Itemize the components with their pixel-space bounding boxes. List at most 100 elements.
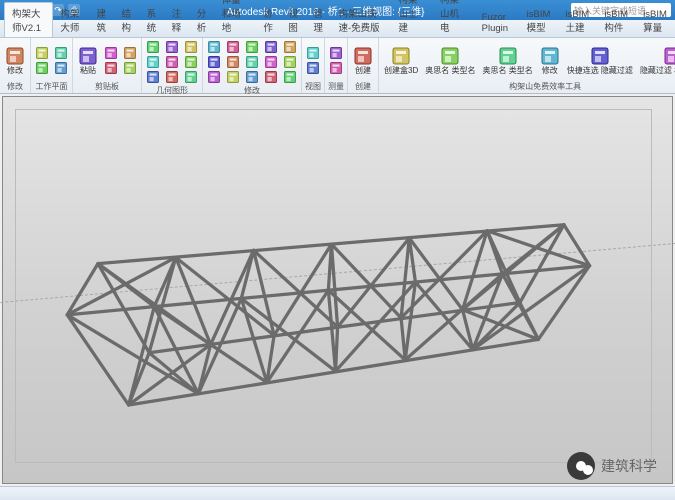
modify2-button[interactable]: 修改	[538, 45, 562, 76]
move-button[interactable]	[206, 55, 222, 69]
button-label: 快捷连选 隐藏过滤	[567, 67, 633, 75]
panel-title: 几何图形	[145, 84, 199, 96]
beam-button[interactable]	[183, 40, 199, 54]
ribbon-tab[interactable]: 构架大师	[53, 3, 89, 37]
ribbon-tab[interactable]: isBIM土建	[558, 6, 597, 37]
ribbon-tab[interactable]: 注释	[165, 3, 190, 37]
ribbon-panel: 视图	[302, 38, 325, 93]
pin-button[interactable]	[263, 55, 279, 69]
truss-model[interactable]	[16, 110, 651, 499]
ribbon-tab[interactable]: isBIM算量	[636, 6, 675, 37]
ribbon-tab[interactable]: 分析	[190, 3, 215, 37]
watermark-text: 建筑科学	[601, 456, 657, 476]
ribbon-tabs: 构架大师V2.1构架大师建筑结构系统注释分析体量和场地协作视图管理构架山快速-免…	[0, 20, 675, 38]
typesel-button[interactable]: 奥思名 类型名	[480, 45, 534, 76]
nav-button[interactable]	[305, 61, 321, 75]
unjoin-button[interactable]	[145, 55, 161, 69]
split-button[interactable]	[164, 40, 180, 54]
ribbon-panel: 修改修改	[0, 38, 31, 93]
group-button[interactable]	[282, 55, 298, 69]
ribbon-panel: 几何图形	[142, 38, 203, 93]
create-button[interactable]: 创建	[351, 45, 375, 76]
dim-button[interactable]	[328, 61, 344, 75]
hidefilter-button[interactable]: 隐藏过滤 构件拆分	[638, 45, 675, 76]
cutgeo-button[interactable]	[145, 70, 161, 84]
create-icon	[353, 46, 373, 66]
wechat-icon	[567, 452, 595, 480]
rotate-button[interactable]	[225, 70, 241, 84]
button-label: 隐藏过滤 构件拆分	[640, 67, 675, 75]
viewcube-button[interactable]	[305, 46, 321, 60]
panel-title: 构架山免费效率工具	[382, 80, 675, 92]
ribbon-tab[interactable]: 协作	[256, 3, 281, 37]
brush-button[interactable]	[122, 61, 138, 75]
button-label: 奥思名 类型名	[482, 67, 532, 75]
panel-title: 剪贴板	[76, 80, 138, 92]
opening-button[interactable]	[164, 70, 180, 84]
ribbon-tab[interactable]: 体量和场地	[215, 0, 257, 37]
modify2-icon	[540, 46, 560, 66]
ribbon-tab[interactable]: 构架大师V2.1	[4, 2, 53, 37]
set-plane-button[interactable]	[34, 46, 50, 60]
copy2-button[interactable]	[225, 40, 241, 54]
offset-button[interactable]	[206, 70, 222, 84]
panel-title: 视图	[305, 80, 321, 92]
splitline-button[interactable]	[244, 70, 260, 84]
delete-button[interactable]	[263, 70, 279, 84]
demo-button[interactable]	[183, 55, 199, 69]
typedef-button[interactable]: 奥思名 类型名	[423, 45, 477, 76]
ribbon-tab[interactable]: 系统	[140, 3, 165, 37]
ribbon-panel: 创建创建	[348, 38, 379, 93]
copy-button[interactable]	[103, 61, 119, 75]
measure-button[interactable]	[328, 46, 344, 60]
scope-3d-icon	[391, 46, 411, 66]
button-label: 粘贴	[80, 67, 96, 75]
ribbon-tab[interactable]: isBIM模型	[520, 6, 559, 37]
ribbon-tab[interactable]: 视图	[281, 3, 306, 37]
ribbon-tab[interactable]: 构架山机电	[433, 0, 475, 37]
status-bar	[0, 486, 675, 500]
button-label: 创建盒3D	[384, 67, 418, 75]
typesel-icon	[498, 46, 518, 66]
cut-button[interactable]	[103, 46, 119, 60]
ribbon-tab[interactable]: Fuzor Plugin	[475, 9, 520, 37]
join-button[interactable]	[145, 40, 161, 54]
scale-button[interactable]	[282, 40, 298, 54]
scope-3d-button[interactable]: 创建盒3D	[382, 45, 420, 76]
quickfilter-button[interactable]: 快捷连选 隐藏过滤	[565, 45, 635, 76]
hidefilter-icon	[663, 46, 675, 66]
ribbon-panel: 测量	[325, 38, 348, 93]
panel-title: 工作平面	[34, 80, 69, 92]
ribbon-tab[interactable]: isBIM构件	[597, 6, 636, 37]
mirror-button[interactable]	[225, 55, 241, 69]
trim-button[interactable]	[244, 40, 260, 54]
viewport-3d[interactable]	[2, 96, 673, 484]
array-button[interactable]	[263, 40, 279, 54]
view-border	[15, 109, 652, 463]
button-label: 修改	[542, 67, 558, 75]
wallcut-button[interactable]	[164, 55, 180, 69]
ribbon-panel: 创建盒3D奥思名 类型名奥思名 类型名修改 快捷连选 隐藏过滤隐藏过滤 构件拆分…	[379, 38, 675, 93]
ribbon-tab[interactable]: 构架山土建	[391, 0, 433, 37]
modify-button[interactable]: 修改	[3, 45, 27, 76]
gap-button[interactable]	[183, 70, 199, 84]
ribbon-tab[interactable]: 管理	[306, 3, 331, 37]
show-plane-button[interactable]	[34, 61, 50, 75]
button-label: 修改	[7, 67, 23, 75]
ribbon-tab[interactable]: 构架山快速-免费版	[331, 3, 391, 37]
ribbon-tab[interactable]: 建筑	[90, 3, 115, 37]
panel-title: 创建	[351, 80, 375, 92]
viewer-button[interactable]	[53, 61, 69, 75]
panel-title: 测量	[328, 80, 344, 92]
panel-title: 修改	[3, 80, 27, 92]
ribbon-tab[interactable]: 结构	[115, 3, 140, 37]
ungroup-button[interactable]	[282, 70, 298, 84]
extend-button[interactable]	[244, 55, 260, 69]
ref-plane-button[interactable]	[53, 46, 69, 60]
button-label: 创建	[355, 67, 371, 75]
match-button[interactable]	[122, 46, 138, 60]
ribbon-panel: 修改	[203, 38, 302, 93]
ribbon: 修改修改工作平面粘贴剪贴板几何图形修改视图测量创建创建创建盒3D奥思名 类型名奥…	[0, 38, 675, 94]
align-button[interactable]	[206, 40, 222, 54]
paste-button[interactable]: 粘贴	[76, 45, 100, 76]
